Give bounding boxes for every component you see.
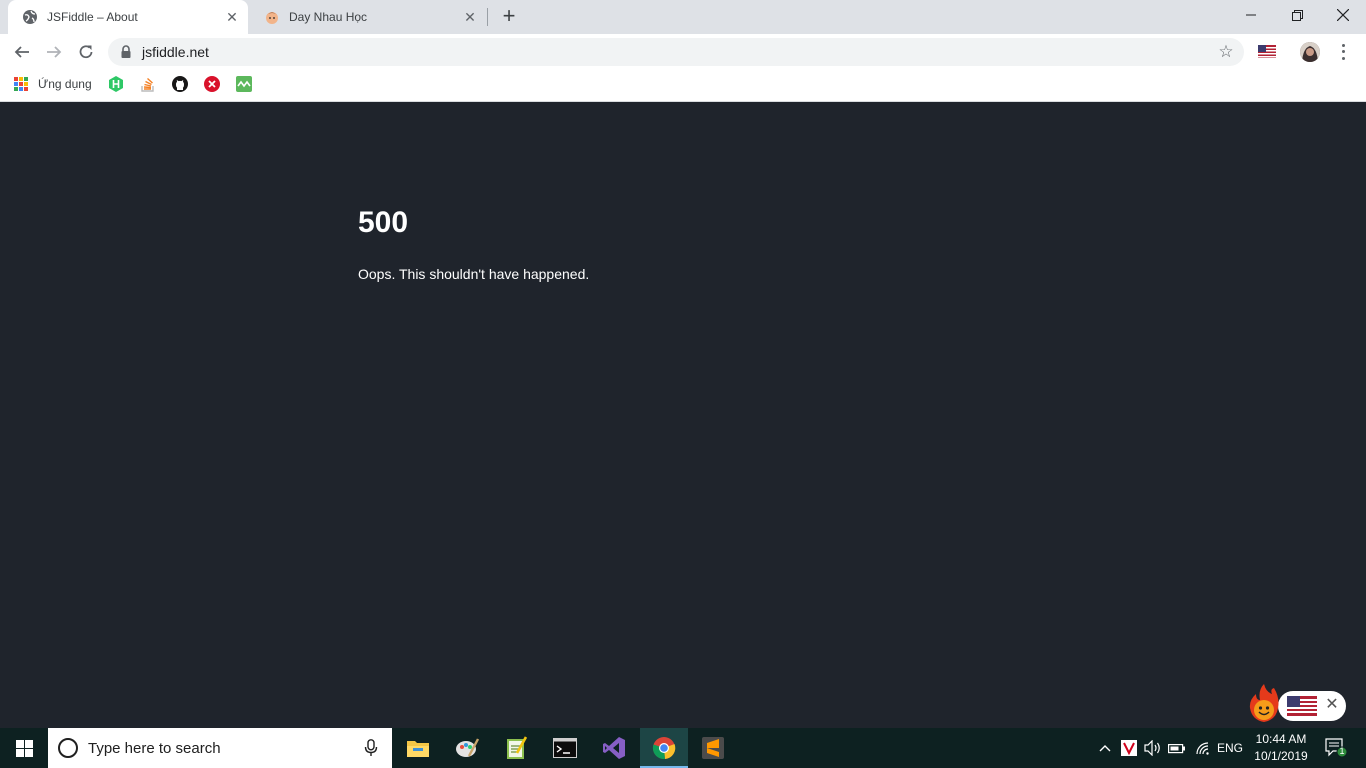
tab-title: JSFiddle – About [47, 10, 138, 24]
face-avatar-icon [264, 9, 280, 25]
close-icon[interactable]: ✕ [224, 9, 240, 25]
tab-separator [487, 8, 488, 26]
battery-icon[interactable] [1166, 728, 1188, 768]
notification-count: 1 [1339, 746, 1345, 756]
back-button[interactable] [10, 40, 34, 64]
clock-date: 10/1/2019 [1254, 749, 1308, 763]
cortana-icon [58, 738, 78, 758]
search-placeholder: Type here to search [88, 740, 221, 757]
chrome-menu-button[interactable] [1336, 42, 1350, 62]
paint-icon[interactable] [443, 728, 491, 768]
url-text: jsfiddle.net [142, 44, 209, 60]
profile-avatar[interactable] [1300, 42, 1320, 62]
close-window-button[interactable] [1320, 0, 1366, 30]
x-icon[interactable] [204, 76, 220, 92]
close-icon[interactable]: ✕ [462, 9, 478, 25]
restore-button[interactable] [1274, 0, 1320, 30]
file-explorer-icon[interactable] [394, 728, 442, 768]
error-code: 500 [358, 206, 409, 239]
error-message: Oops. This shouldn't have happened. [358, 266, 590, 282]
action-center-icon[interactable]: 1 [1322, 728, 1350, 768]
taskbar-search-box[interactable]: Type here to search [48, 728, 392, 768]
system-clock[interactable]: 10:44 AM 10/1/2019 [1252, 731, 1310, 765]
language-indicator[interactable]: ENG [1216, 728, 1244, 768]
stackoverflow-icon[interactable] [140, 76, 156, 92]
new-tab-button[interactable]: + [498, 5, 520, 28]
tab-title: Day Nhau Học [289, 10, 368, 24]
address-bar[interactable]: jsfiddle.net ☆ [108, 38, 1244, 66]
close-icon[interactable]: ✕ [1324, 697, 1340, 713]
tab-day-nhau-hoc[interactable]: Day Nhau Học ✕ [250, 0, 486, 34]
clock-time: 10:44 AM [1255, 732, 1307, 746]
browser-toolbar: jsfiddle.net ☆ [0, 34, 1366, 69]
forward-button[interactable] [42, 40, 66, 64]
codepen-icon[interactable] [236, 76, 252, 92]
microphone-icon[interactable] [364, 739, 378, 757]
apps-label: Ứng dụng [38, 77, 92, 91]
wifi-icon[interactable] [1192, 728, 1214, 768]
sublime-icon[interactable] [689, 728, 737, 768]
windows-logo-icon [15, 739, 33, 757]
start-button[interactable] [0, 728, 48, 768]
lock-icon [120, 45, 132, 59]
notepad-icon[interactable] [492, 728, 540, 768]
volume-icon[interactable] [1142, 728, 1164, 768]
apps-grid-icon [14, 77, 28, 91]
minimize-button[interactable] [1228, 0, 1274, 30]
hackerrank-icon[interactable] [108, 76, 124, 92]
v-app-tray-icon[interactable] [1119, 728, 1139, 768]
us-flag-extension-icon[interactable] [1258, 45, 1276, 58]
reload-button[interactable] [74, 40, 98, 64]
tab-jsfiddle[interactable]: JSFiddle – About ✕ [8, 0, 248, 34]
terminal-icon[interactable] [541, 728, 589, 768]
us-flag-icon [1287, 696, 1317, 716]
reload-icon [79, 45, 93, 59]
page-content: 500 Oops. This shouldn't have happened. [0, 103, 1366, 728]
apps-shortcut[interactable]: Ứng dụng [14, 77, 92, 91]
bookmark-star-icon[interactable]: ☆ [1216, 42, 1236, 62]
arrow-left-icon [14, 46, 29, 58]
chrome-icon[interactable] [640, 728, 688, 768]
chevron-up-icon[interactable] [1096, 728, 1114, 768]
globe-icon [22, 9, 38, 25]
windows-taskbar: Type here to search ENG 10:44 AM 10/1/20… [0, 728, 1366, 768]
arrow-right-icon [47, 46, 62, 58]
hotspot-flame-icon[interactable] [1248, 684, 1280, 722]
visual-studio-icon[interactable] [590, 728, 638, 768]
github-icon[interactable] [172, 76, 188, 92]
